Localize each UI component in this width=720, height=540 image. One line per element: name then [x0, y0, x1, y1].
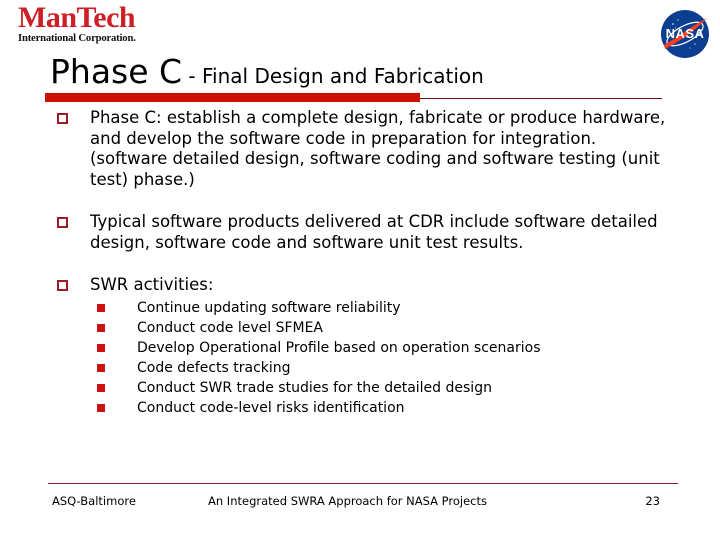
footer-divider-line [48, 483, 678, 484]
list-item: SWR activities: Continue updating softwa… [45, 275, 675, 418]
filled-square-bullet-icon [97, 363, 105, 372]
sub-bullet-text: Conduct code level SFMEA [137, 319, 324, 336]
bullet-text: Phase C: establish a complete design, fa… [90, 108, 666, 189]
svg-text:NASA: NASA [666, 26, 705, 41]
title-main-text: Phase C [50, 52, 183, 91]
filled-square-bullet-icon [97, 303, 105, 312]
hollow-square-bullet-icon [57, 113, 68, 124]
mantech-tagline: International Corporation. [18, 32, 136, 44]
mantech-wordmark: ManTech [18, 1, 136, 34]
sub-bullet-text: Code defects tracking [137, 359, 291, 376]
bullet-text: SWR activities: [90, 275, 214, 294]
sub-bullet-text: Conduct SWR trade studies for the detail… [137, 379, 492, 396]
sub-bullet-text: Continue updating software reliability [137, 299, 401, 316]
slide-number: 23 [645, 494, 660, 508]
sub-bullet-list: Continue updating software reliability C… [90, 298, 675, 418]
list-item: Conduct code-level risks identification [90, 398, 675, 418]
footer-left-text: ASQ-Baltimore [52, 494, 136, 508]
list-item: Code defects tracking [90, 358, 675, 378]
slide: ManTech International Corporation. NASA … [0, 0, 720, 540]
title-accent-bar [45, 93, 420, 102]
list-item: Develop Operational Profile based on ope… [90, 338, 675, 358]
slide-footer: ASQ-Baltimore An Integrated SWRA Approac… [48, 494, 680, 512]
sub-bullet-text: Develop Operational Profile based on ope… [137, 339, 541, 356]
list-item: Conduct SWR trade studies for the detail… [90, 378, 675, 398]
title-subtitle-text: - Final Design and Fabrication [182, 64, 484, 88]
page-title: Phase C - Final Design and Fabrication [50, 52, 670, 91]
filled-square-bullet-icon [97, 323, 105, 332]
list-item: Phase C: establish a complete design, fa… [45, 108, 675, 190]
bullet-text: Typical software products delivered at C… [90, 212, 658, 252]
mantech-logo: ManTech International Corporation. [18, 1, 218, 48]
list-item: Typical software products delivered at C… [45, 212, 675, 253]
list-item: Continue updating software reliability [90, 298, 675, 318]
footer-center-text: An Integrated SWRA Approach for NASA Pro… [208, 494, 488, 508]
list-item: Conduct code level SFMEA [90, 318, 675, 338]
sub-bullet-text: Conduct code-level risks identification [137, 399, 405, 416]
hollow-square-bullet-icon [57, 217, 68, 228]
filled-square-bullet-icon [97, 343, 105, 352]
filled-square-bullet-icon [97, 403, 105, 412]
hollow-square-bullet-icon [57, 280, 68, 291]
filled-square-bullet-icon [97, 383, 105, 392]
slide-body: Phase C: establish a complete design, fa… [45, 108, 675, 440]
